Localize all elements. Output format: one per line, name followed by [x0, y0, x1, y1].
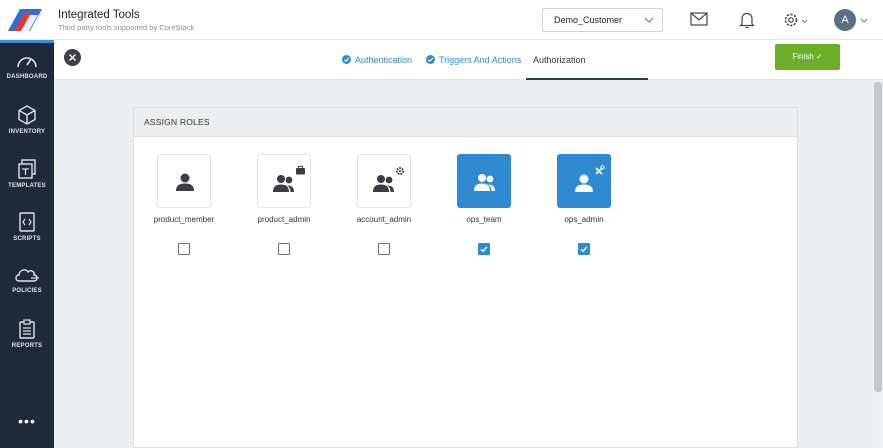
role-checkbox[interactable]	[578, 243, 590, 255]
role-name: ops_team	[466, 215, 502, 224]
sidebar-item-templates[interactable]: TEMPLATES	[0, 159, 54, 205]
cube-icon	[18, 105, 36, 125]
finish-button[interactable]: Finish ✓	[775, 44, 840, 70]
sidebar-item-scripts[interactable]: SCRIPTS	[0, 212, 54, 258]
sidebar-item-label: REPORTS	[11, 343, 43, 349]
close-button[interactable]	[64, 49, 81, 66]
sidebar-nav: DASHBOARD INVENTORY TEMPLATES SCRIPTS PO…	[0, 40, 54, 448]
role-checkbox[interactable]	[478, 243, 490, 255]
assign-roles-panel: ASSIGN ROLES product_member product_admi…	[133, 107, 798, 448]
role-name: account_admin	[356, 215, 412, 224]
customer-select-value: Demo_Customer	[554, 15, 623, 25]
sidebar-item-inventory[interactable]: INVENTORY	[0, 105, 54, 151]
role-name: ops_admin	[564, 215, 604, 224]
panel-title: ASSIGN ROLES	[144, 117, 210, 127]
scrollbar-thumb[interactable]	[874, 82, 882, 392]
check-icon	[580, 246, 588, 253]
sidebar-more-icon[interactable]: •••	[0, 413, 54, 429]
clipboard-icon	[19, 319, 35, 339]
users-icon	[474, 174, 495, 191]
top-header: Integrated Tools Third party tools suppo…	[0, 0, 883, 40]
customer-select[interactable]: Demo_Customer	[542, 8, 663, 32]
sidebar-item-reports[interactable]: REPORTS	[0, 319, 54, 365]
user-icon	[176, 173, 194, 191]
users-gear-icon	[373, 167, 404, 192]
sidebar-item-label: POLICIES	[12, 288, 42, 294]
role-tile[interactable]	[557, 154, 611, 208]
templates-icon	[18, 159, 36, 179]
sidebar-item-label: INVENTORY	[8, 129, 46, 135]
role-checkbox[interactable]	[378, 243, 390, 255]
step-authorization[interactable]: Authorization	[533, 55, 586, 65]
user-avatar[interactable]: A	[834, 9, 856, 31]
check-circle-icon	[426, 55, 435, 64]
chevron-down-icon[interactable]	[860, 18, 868, 24]
wizard-bar: Authentication Triggers And Actions Auth…	[54, 40, 883, 80]
step-label: Authorization	[533, 55, 586, 65]
app-subtitle: Third party tools supported by CoreStack	[58, 23, 195, 32]
sidebar-item-label: SCRIPTS	[13, 236, 41, 242]
users-briefcase-icon	[273, 165, 305, 192]
role-checkbox[interactable]	[278, 243, 290, 255]
step-label: Triggers And Actions	[439, 55, 522, 65]
role-card: product_member	[134, 154, 234, 255]
role-card: ops_team	[434, 154, 534, 255]
panel-header: ASSIGN ROLES	[134, 108, 797, 137]
page-scrollbar[interactable]	[873, 80, 883, 448]
role-tile[interactable]	[257, 154, 311, 208]
check-icon	[480, 246, 488, 253]
role-card: ops_admin	[534, 154, 634, 255]
app-title: Integrated Tools	[58, 9, 140, 21]
close-icon	[69, 54, 76, 61]
role-card: account_admin	[334, 154, 434, 255]
sidebar-item-label: TEMPLATES	[8, 183, 46, 189]
user-tools-icon	[575, 165, 605, 192]
role-tile[interactable]	[157, 154, 211, 208]
sidebar-item-dashboard[interactable]: DASHBOARD	[0, 52, 54, 98]
script-icon	[19, 212, 35, 232]
sidebar-item-label: DASHBOARD	[6, 74, 48, 80]
role-name: product_member	[153, 215, 215, 224]
role-card: product_admin	[234, 154, 334, 255]
gauge-icon	[17, 57, 37, 68]
role-checkbox[interactable]	[178, 243, 190, 255]
role-name: product_admin	[257, 215, 311, 224]
active-step-indicator	[526, 78, 648, 80]
cloud-icon	[15, 269, 39, 282]
gear-icon[interactable]	[783, 12, 811, 28]
chevron-down-icon	[644, 17, 654, 23]
step-triggers-and-actions[interactable]: Triggers And Actions	[426, 55, 521, 65]
corestack-logo-icon[interactable]	[5, 5, 45, 35]
step-label: Authentication	[355, 55, 413, 65]
sidebar-item-policies[interactable]: POLICIES	[0, 266, 54, 312]
sidebar-accent-bar	[0, 40, 54, 43]
role-tile[interactable]	[357, 154, 411, 208]
role-tile[interactable]	[457, 154, 511, 208]
mail-icon[interactable]	[690, 12, 708, 26]
bell-icon[interactable]	[739, 11, 755, 29]
step-authentication[interactable]: Authentication	[342, 55, 412, 65]
check-circle-icon	[342, 55, 351, 64]
